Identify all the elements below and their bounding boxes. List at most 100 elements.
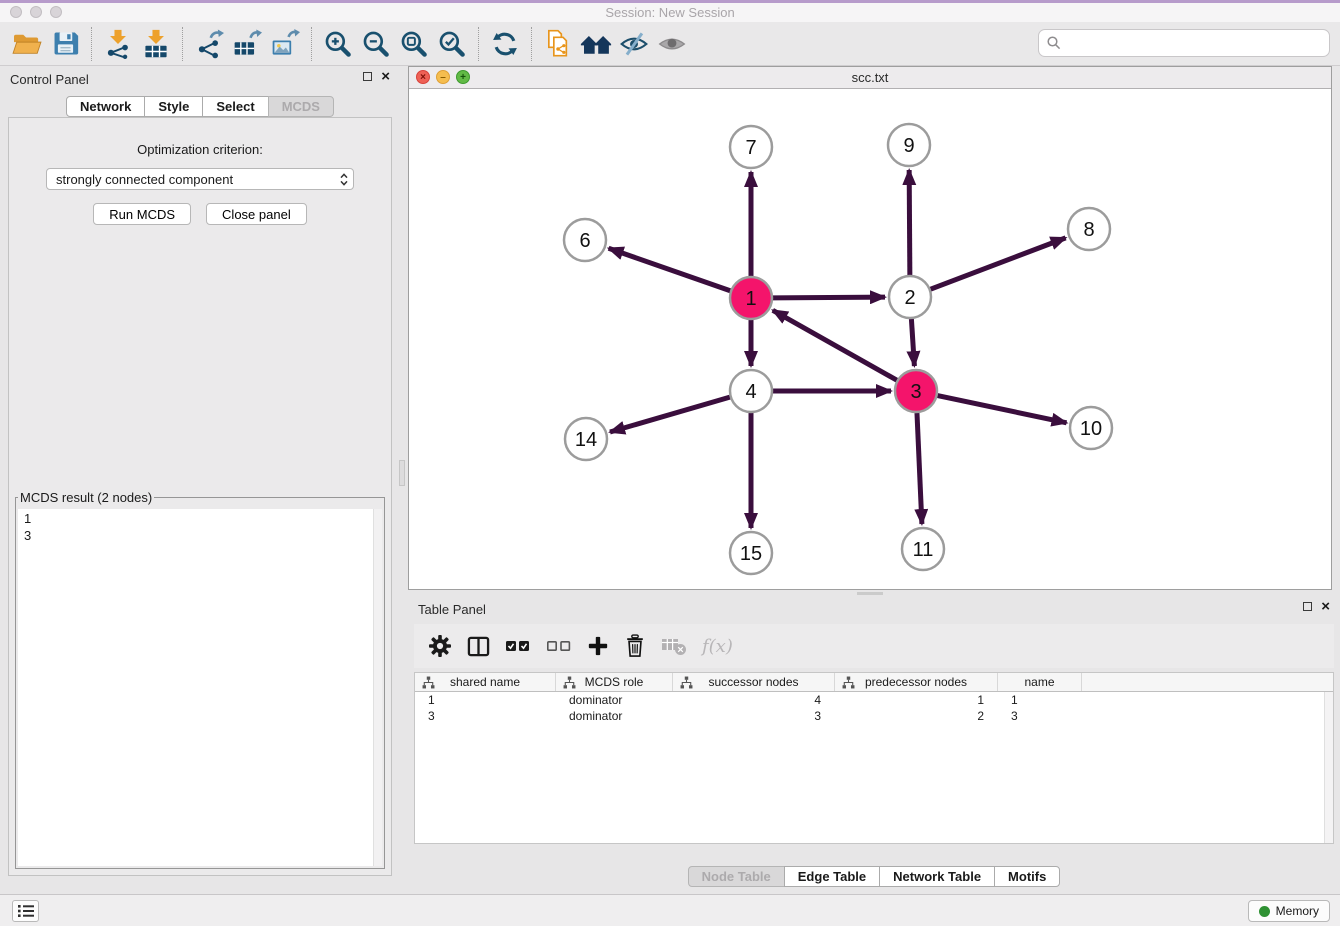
zoom-out-icon[interactable] xyxy=(357,26,395,62)
table-row[interactable]: 3dominator323 xyxy=(415,708,1333,724)
float-table-panel-icon[interactable] xyxy=(1303,602,1312,611)
home-icon[interactable] xyxy=(577,26,615,62)
mcds-result-list[interactable]: 1 3 xyxy=(18,509,382,866)
mcds-result-box: MCDS result (2 nodes) 1 3 xyxy=(15,490,385,869)
attribute-icon xyxy=(680,676,693,689)
table-cell[interactable]: 3 xyxy=(415,708,556,724)
column-header-label: shared name xyxy=(450,675,520,689)
tab-mcds[interactable]: MCDS xyxy=(268,96,334,117)
add-icon[interactable] xyxy=(587,632,609,660)
graph-edge-2-3[interactable] xyxy=(911,319,914,366)
mcds-result-title: MCDS result (2 nodes) xyxy=(18,490,154,505)
columns-icon[interactable] xyxy=(467,632,490,660)
close-panel-button[interactable]: Close panel xyxy=(206,203,307,225)
table-cell[interactable]: 1 xyxy=(835,692,998,708)
network-canvas[interactable]: 7968124314101511 xyxy=(409,89,1331,589)
import-table-icon[interactable] xyxy=(137,26,175,62)
graph-node-label: 15 xyxy=(740,543,762,565)
toolbar-separator xyxy=(478,27,479,61)
search-box[interactable] xyxy=(1038,29,1330,57)
table-panel: Table Panel × f(x) shared nameMCDS roles… xyxy=(408,596,1340,894)
graph-edge-1-2[interactable] xyxy=(773,297,885,298)
column-header-label: successor nodes xyxy=(708,675,798,689)
tab-node-table[interactable]: Node Table xyxy=(688,866,785,887)
select-all-icon[interactable] xyxy=(505,632,531,660)
control-panel: Control Panel × NetworkStyleSelectMCDS O… xyxy=(0,66,400,894)
graph-edge-3-1[interactable] xyxy=(773,310,897,380)
tab-style[interactable]: Style xyxy=(144,96,203,117)
graph-node-label: 6 xyxy=(579,230,590,252)
table-cell[interactable]: 3 xyxy=(673,708,835,724)
optimization-criterion-label: Optimization criterion: xyxy=(9,142,391,157)
dropdown-value: strongly connected component xyxy=(56,172,339,187)
graph-node-label: 4 xyxy=(745,381,756,403)
zoom-fit-icon[interactable] xyxy=(395,26,433,62)
column-header-name[interactable]: name xyxy=(998,673,1082,691)
close-table-panel-icon[interactable]: × xyxy=(1321,601,1330,612)
float-panel-icon[interactable] xyxy=(363,72,372,81)
optimization-criterion-dropdown[interactable]: strongly connected component xyxy=(46,168,354,190)
graph-edge-1-6[interactable] xyxy=(609,248,731,290)
export-network-icon[interactable] xyxy=(190,26,228,62)
hide-graphics-icon[interactable] xyxy=(615,26,653,62)
graph-node-label: 8 xyxy=(1083,219,1094,241)
delete-icon[interactable] xyxy=(624,632,646,660)
table-cell[interactable]: 1 xyxy=(415,692,556,708)
save-icon[interactable] xyxy=(46,26,84,62)
table-cell[interactable]: 1 xyxy=(998,692,1082,708)
refresh-icon[interactable] xyxy=(486,26,524,62)
gear-icon[interactable] xyxy=(428,632,452,660)
zoom-selected-icon[interactable] xyxy=(433,26,471,62)
export-table-icon[interactable] xyxy=(228,26,266,62)
network-view-window: × – + scc.txt 7968124314101511 xyxy=(408,66,1332,590)
export-image-icon[interactable] xyxy=(266,26,304,62)
function-icon: f(x) xyxy=(702,632,733,660)
mcds-panel: Optimization criterion: strongly connect… xyxy=(8,117,392,876)
graph-edge-3-11[interactable] xyxy=(917,413,922,524)
vertical-splitter-handle[interactable] xyxy=(399,460,405,486)
graph-edge-3-10[interactable] xyxy=(938,396,1067,423)
workspace: × – + scc.txt 7968124314101511 Table Pan… xyxy=(404,66,1340,894)
zoom-in-icon[interactable] xyxy=(319,26,357,62)
deselect-all-icon[interactable] xyxy=(546,632,572,660)
task-history-button[interactable] xyxy=(12,900,39,922)
tab-motifs[interactable]: Motifs xyxy=(994,866,1060,887)
main-titlebar: Session: New Session xyxy=(0,3,1340,22)
control-panel-tabs: NetworkStyleSelectMCDS xyxy=(0,96,400,117)
show-graphics-icon[interactable] xyxy=(653,26,691,62)
table-toolbar: f(x) xyxy=(414,624,1334,668)
result-scrollbar[interactable] xyxy=(373,509,382,866)
graph-node-label: 9 xyxy=(903,135,914,157)
duplicate-network-icon[interactable] xyxy=(539,26,577,62)
tab-network-table[interactable]: Network Table xyxy=(879,866,995,887)
table-cell[interactable]: 3 xyxy=(998,708,1082,724)
column-header-MCDS-role[interactable]: MCDS role xyxy=(556,673,673,691)
graph-edge-4-14[interactable] xyxy=(610,397,730,432)
column-header-successor-nodes[interactable]: successor nodes xyxy=(673,673,835,691)
tab-select[interactable]: Select xyxy=(202,96,268,117)
import-network-icon[interactable] xyxy=(99,26,137,62)
memory-status-icon xyxy=(1259,906,1270,917)
table-cell[interactable]: 2 xyxy=(835,708,998,724)
column-header-predecessor-nodes[interactable]: predecessor nodes xyxy=(835,673,998,691)
graph-edge-2-9[interactable] xyxy=(909,170,910,275)
open-folder-icon[interactable] xyxy=(8,26,46,62)
tab-edge-table[interactable]: Edge Table xyxy=(784,866,880,887)
window-title: Session: New Session xyxy=(0,5,1340,20)
tab-network[interactable]: Network xyxy=(66,96,145,117)
status-bar: Memory xyxy=(0,894,1340,926)
graph-edge-2-8[interactable] xyxy=(931,238,1066,289)
table-cell[interactable]: dominator xyxy=(556,692,673,708)
table-scrollbar[interactable] xyxy=(1324,692,1333,843)
graph-node-label: 2 xyxy=(904,287,915,309)
column-header-shared-name[interactable]: shared name xyxy=(415,673,556,691)
graph-node-label: 1 xyxy=(745,288,756,310)
memory-label: Memory xyxy=(1276,904,1319,918)
table-cell[interactable]: dominator xyxy=(556,708,673,724)
close-panel-icon[interactable]: × xyxy=(381,71,390,82)
search-input[interactable] xyxy=(1067,35,1322,52)
memory-button[interactable]: Memory xyxy=(1248,900,1330,922)
table-cell[interactable]: 4 xyxy=(673,692,835,708)
table-row[interactable]: 1dominator411 xyxy=(415,692,1333,708)
run-mcds-button[interactable]: Run MCDS xyxy=(93,203,191,225)
